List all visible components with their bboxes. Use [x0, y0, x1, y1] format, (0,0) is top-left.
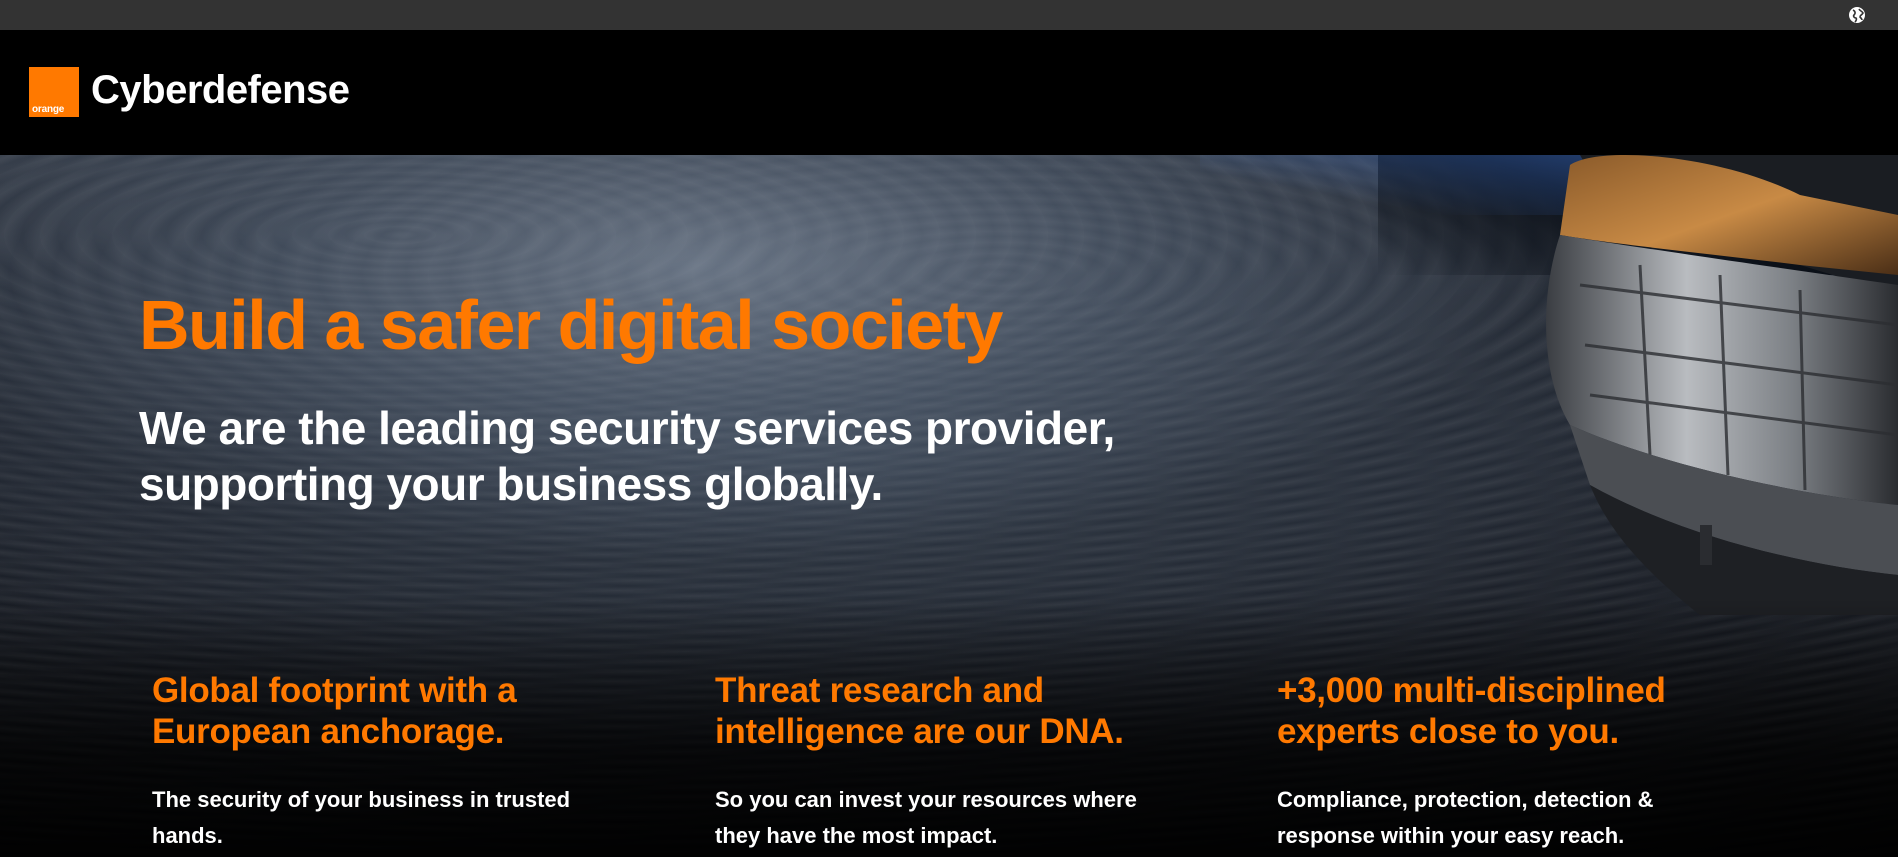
feature-text-line-1: The security of your business in trusted	[152, 787, 571, 812]
orange-logo[interactable]: orange	[29, 67, 79, 117]
feature-title: Threat research and intelligence are our…	[715, 670, 1215, 752]
site-header: orange Cyberdefense	[0, 30, 1898, 155]
satellite-image	[1546, 155, 1898, 615]
feature-text: Compliance, protection, detection & resp…	[1277, 782, 1777, 854]
feature-text: The security of your business in trusted…	[152, 782, 652, 854]
logo-label: orange	[32, 104, 65, 115]
feature-title-line-1: Global footprint with a	[152, 671, 517, 710]
feature-title: Global footprint with a European anchora…	[152, 670, 652, 752]
feature-threat-research: Threat research and intelligence are our…	[715, 670, 1215, 854]
hero-subline-line-2: supporting your business globally.	[139, 458, 883, 510]
feature-title-line-1: Threat research and	[715, 671, 1044, 710]
feature-title-line-1: +3,000 multi-disciplined	[1277, 671, 1666, 710]
feature-title-line-2: intelligence are our DNA.	[715, 712, 1124, 751]
feature-experts: +3,000 multi-disciplined experts close t…	[1277, 670, 1777, 854]
feature-global-footprint: Global footprint with a European anchora…	[152, 670, 652, 854]
feature-text-line-1: So you can invest your resources where	[715, 787, 1137, 812]
feature-title: +3,000 multi-disciplined experts close t…	[1277, 670, 1777, 752]
feature-text: So you can invest your resources where t…	[715, 782, 1215, 854]
feature-text-line-2: hands.	[152, 823, 223, 848]
hero-banner: Build a safer digital society We are the…	[0, 155, 1898, 857]
brand-name[interactable]: Cyberdefense	[91, 68, 350, 113]
globe-icon[interactable]	[1848, 6, 1866, 24]
hero-headline: Build a safer digital society	[139, 286, 1003, 364]
hero-subline: We are the leading security services pro…	[139, 400, 1239, 512]
feature-text-line-1: Compliance, protection, detection &	[1277, 787, 1654, 812]
feature-text-line-2: response within your easy reach.	[1277, 823, 1625, 848]
feature-text-line-2: they have the most impact.	[715, 823, 998, 848]
feature-title-line-2: European anchorage.	[152, 712, 505, 751]
hero-subline-line-1: We are the leading security services pro…	[139, 402, 1115, 454]
feature-title-line-2: experts close to you.	[1277, 712, 1619, 751]
utility-bar	[0, 0, 1898, 30]
